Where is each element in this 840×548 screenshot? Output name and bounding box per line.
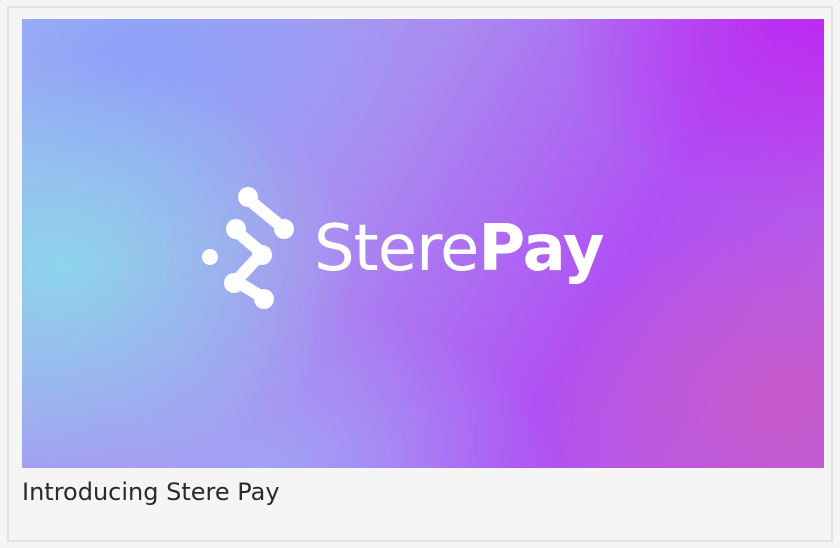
- post-card[interactable]: SterePay Introducing Stere Pay: [7, 6, 833, 542]
- stere-molecule-logo-icon: [202, 187, 294, 309]
- brand-wordmark-bold: Pay: [478, 212, 604, 286]
- post-caption[interactable]: Introducing Stere Pay: [22, 474, 280, 510]
- stere-pay-banner-image[interactable]: SterePay: [22, 19, 824, 468]
- brand-wordmark: SterePay: [314, 199, 605, 299]
- brand-wordmark-light: Stere: [314, 212, 479, 286]
